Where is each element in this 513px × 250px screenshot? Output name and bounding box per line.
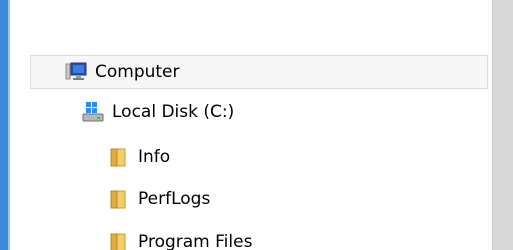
tree-item-label: Local Disk (C:) (112, 101, 235, 122)
computer-icon (65, 61, 87, 83)
pane-edge-accent (0, 0, 10, 250)
drive-icon (82, 101, 104, 123)
tree-item-perflogs[interactable]: PerfLogs (108, 183, 210, 215)
navigation-pane: Computer Local Disk (C:) Info PerfLogs P… (0, 0, 513, 250)
tree-item-computer[interactable]: Computer (30, 55, 488, 89)
folder-tree: Computer Local Disk (C:) Info PerfLogs P… (30, 0, 492, 250)
folder-icon (108, 231, 130, 250)
tree-item-program-files[interactable]: Program Files (108, 226, 252, 250)
tree-item-label: PerfLogs (138, 188, 211, 209)
folder-icon (108, 188, 130, 210)
tree-item-label: Computer (95, 61, 180, 82)
tree-item-label: Program Files (138, 231, 253, 250)
folder-icon (108, 146, 130, 168)
vertical-scrollbar[interactable] (492, 0, 513, 250)
tree-item-label: Info (138, 146, 171, 167)
tree-item-info[interactable]: Info (108, 141, 170, 173)
tree-item-local-disk[interactable]: Local Disk (C:) (82, 96, 234, 128)
